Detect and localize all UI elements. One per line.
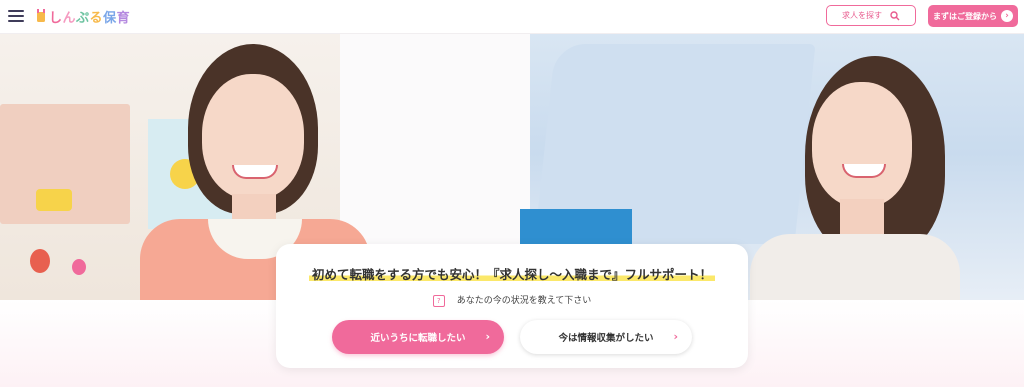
chevron-right-icon: › <box>673 330 678 343</box>
card-headline: 初めて転職をする方でも安心！『求人探し〜入職まで』フルサポート！ <box>276 264 748 283</box>
logo-text: しんぷる保育 <box>49 10 131 26</box>
blue-block <box>520 209 632 249</box>
decoration-yellow-shape <box>36 189 72 211</box>
decoration-red <box>30 249 50 273</box>
question-icon: ? <box>432 294 445 307</box>
register-label: まずはご登録から <box>933 11 997 21</box>
register-button[interactable]: まずはご登録から › <box>928 5 1018 27</box>
transfer-soon-button[interactable]: 近いうちに転職したい › <box>332 320 504 354</box>
info-gathering-button[interactable]: 今は情報収集がしたい › <box>520 320 692 354</box>
logo-mark-icon <box>37 9 45 22</box>
search-icon <box>890 10 900 20</box>
arrow-right-icon: › <box>1001 10 1013 22</box>
woman-right-photo <box>750 54 960 300</box>
job-search-button[interactable]: 求人を探す <box>826 5 916 26</box>
card-subtext: ? あなたの今の状況を教えて下さい <box>276 293 748 307</box>
job-search-label: 求人を探す <box>842 11 882 20</box>
info-gathering-label: 今は情報収集がしたい <box>558 333 654 344</box>
site-header: しんぷる保育 求人を探す まずはご登録から › <box>0 0 1024 34</box>
transfer-soon-label: 近いうちに転職したい <box>370 333 466 344</box>
site-logo[interactable]: しんぷる保育 <box>36 6 130 26</box>
menu-icon[interactable] <box>8 10 24 22</box>
decoration-pink <box>72 259 86 275</box>
situation-card: 初めて転職をする方でも安心！『求人探し〜入職まで』フルサポート！ ? あなたの今の… <box>276 244 748 368</box>
chevron-right-icon: › <box>485 330 490 343</box>
